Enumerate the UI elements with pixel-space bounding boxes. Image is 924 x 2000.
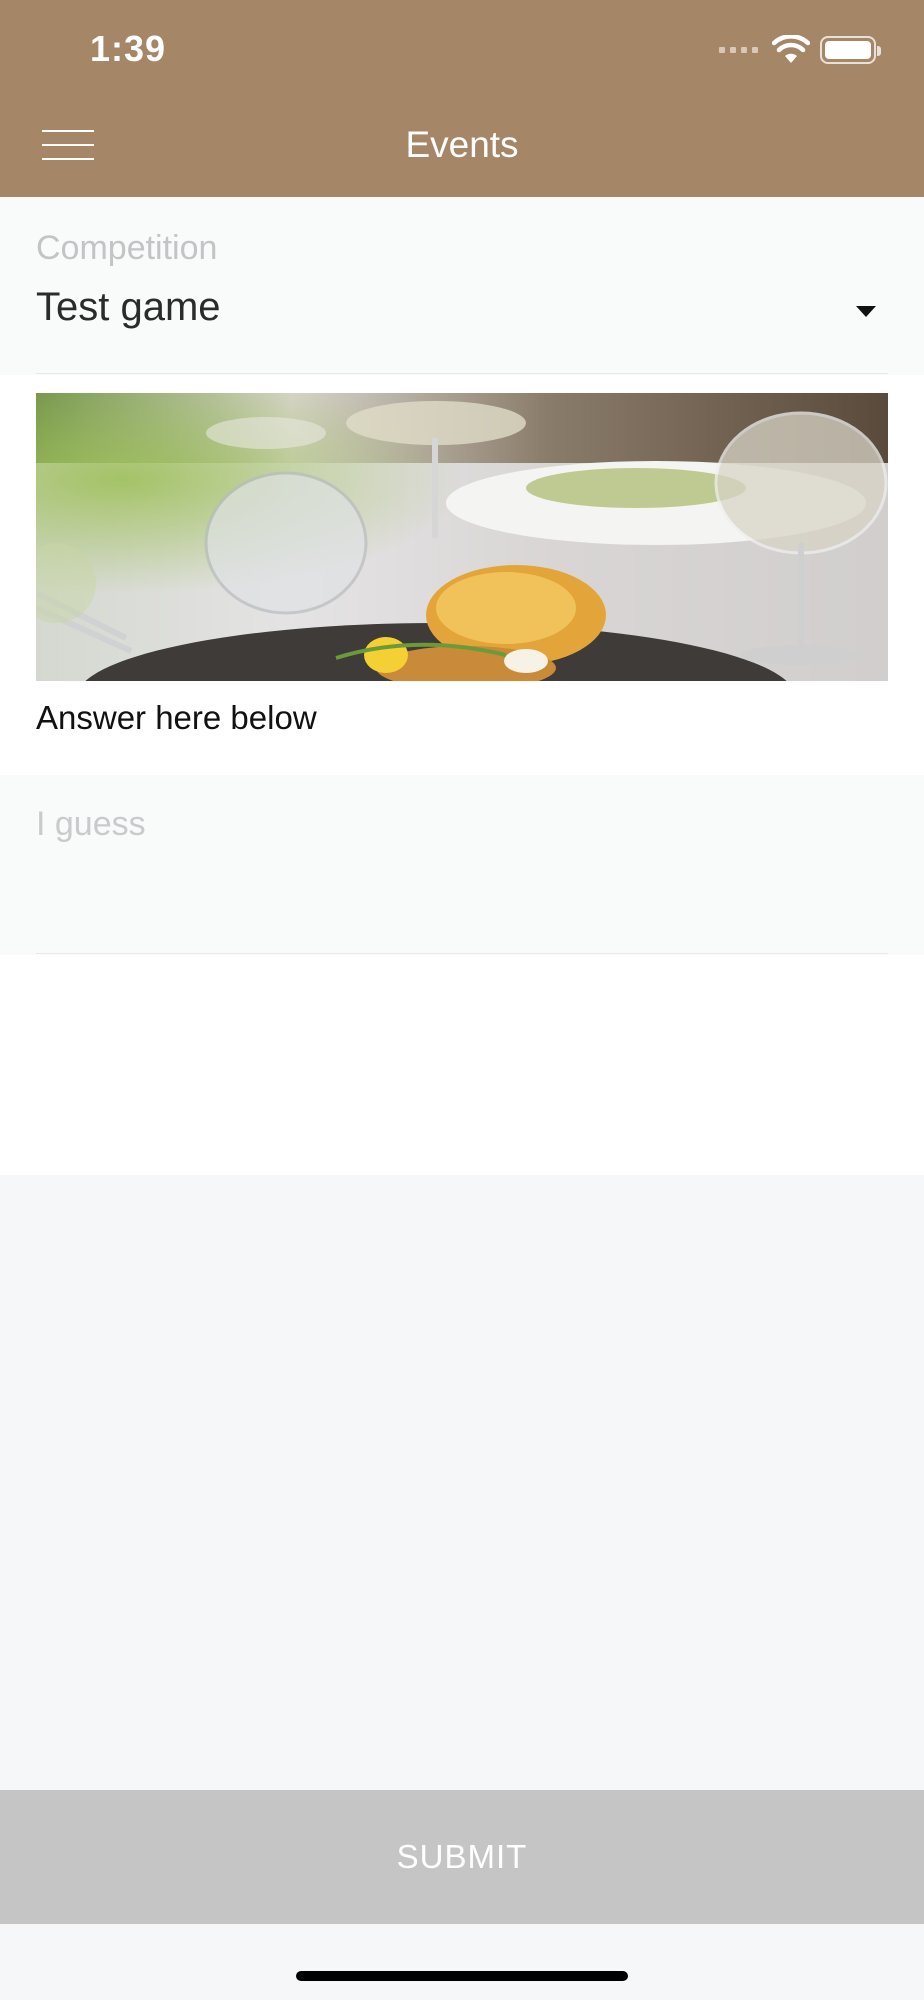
- divider: [36, 953, 888, 954]
- event-image: [36, 393, 888, 681]
- wifi-icon: [772, 35, 810, 63]
- status-time: 1:39: [90, 28, 167, 69]
- page-title: Events: [405, 124, 519, 165]
- competition-section: Competition Test game: [0, 197, 924, 375]
- app-header: 1:39 Events: [0, 0, 924, 197]
- cellular-signal-icon: [719, 47, 758, 53]
- answer-input[interactable]: [36, 775, 888, 953]
- battery-level: [825, 41, 871, 59]
- status-indicators: [719, 34, 881, 66]
- competition-selected-value: Test game: [36, 285, 221, 329]
- competition-dropdown[interactable]: Test game: [36, 281, 888, 343]
- divider: [36, 373, 888, 374]
- home-indicator: [296, 1971, 628, 1981]
- battery-icon: [820, 36, 881, 64]
- triangle-down-icon: [856, 306, 876, 317]
- restaurant-table-photo: [36, 393, 888, 681]
- answer-prompt: Answer here below: [36, 699, 317, 736]
- submit-button[interactable]: SUBMIT: [0, 1790, 924, 1924]
- answer-area: [0, 775, 924, 955]
- event-content: Answer here below: [0, 375, 924, 1175]
- competition-label: Competition: [36, 229, 218, 267]
